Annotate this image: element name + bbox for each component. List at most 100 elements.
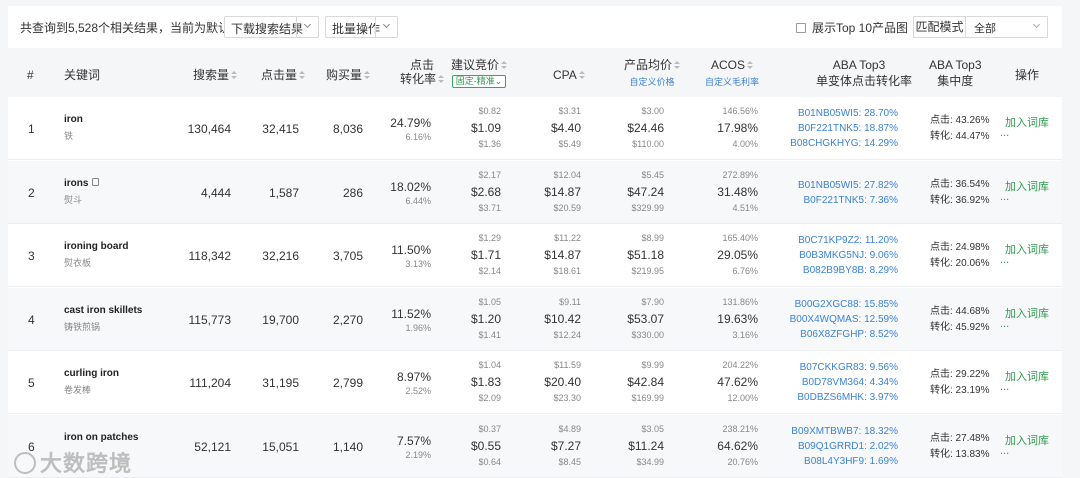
bid-high: $1.41 — [478, 329, 501, 340]
bid-high: $2.09 — [478, 393, 501, 403]
add-to-library-button[interactable]: 加入词库 — [1005, 178, 1049, 194]
table-row[interactable]: 1 iron 铁 130,464 32,415 8,036 24.79% 6.16% $0.82… — [8, 97, 1062, 160]
header-cpa[interactable]: CPA — [553, 68, 585, 82]
asin-link[interactable]: B06X8ZFGHP: 8.52% — [800, 327, 898, 342]
header-search-volume[interactable]: 搜索量 — [193, 68, 238, 82]
ctr-sub-value: 1.96% — [405, 322, 431, 333]
add-to-library-button[interactable]: 加入词库 — [1005, 432, 1049, 448]
acos-low: 6.76% — [732, 266, 758, 276]
bid-value: $1.20 — [470, 311, 501, 326]
more-options-button[interactable]: ... — [1000, 318, 1009, 330]
keyword-link[interactable]: ironing board — [64, 241, 128, 252]
bid-low: $1.04 — [478, 360, 501, 370]
keyword-link[interactable]: curling iron — [64, 368, 119, 379]
asin-link[interactable]: B01NB05WI5: 28.70% — [798, 106, 898, 121]
header-ctr[interactable]: 点击 转化率 — [400, 58, 445, 86]
ctr-sub-value: 6.16% — [405, 132, 431, 142]
chevron-down-icon[interactable] — [375, 17, 397, 37]
sort-icon[interactable] — [299, 71, 306, 80]
asin-link[interactable]: B01NB05WI5: 27.82% — [798, 178, 898, 193]
asin-link[interactable]: B0F221TNK5: 18.87% — [798, 121, 898, 136]
click-count: 32,216 — [262, 249, 299, 263]
add-to-library-button[interactable]: 加入词库 — [1005, 241, 1049, 257]
chevron-down-icon[interactable] — [296, 17, 318, 37]
more-options-button[interactable]: ... — [1000, 254, 1009, 266]
custom-margin-link[interactable]: 自定义毛利率 — [705, 75, 759, 89]
asin-link[interactable]: B00X4WQMAS: 12.59% — [790, 312, 898, 327]
add-to-library-button[interactable]: 加入词库 — [1005, 305, 1049, 321]
asin-link[interactable]: B00G2XGC88: 15.85% — [795, 297, 898, 312]
keyword-link[interactable]: irons — [64, 177, 100, 189]
sort-icon[interactable] — [747, 61, 754, 70]
more-options-button[interactable]: ... — [1000, 191, 1009, 203]
watermark-logo-icon — [14, 452, 36, 474]
checkbox-icon[interactable] — [796, 23, 806, 33]
custom-price-link[interactable]: 自定义价格 — [624, 75, 680, 89]
match-mode-value[interactable]: 全部 — [974, 20, 996, 36]
concentration-conversion: 转化: 45.92% — [930, 321, 990, 333]
header-clicks[interactable]: 点击量 — [261, 68, 306, 82]
more-options-button[interactable]: ... — [1000, 127, 1009, 139]
asin-link[interactable]: B0F221TNK5: 7.36% — [804, 193, 899, 208]
cpa-value: $14.87 — [544, 248, 581, 262]
header-bid[interactable]: 建议竞价 固定-精准⌄ — [451, 58, 508, 88]
asin-link[interactable]: B0C71KP9Z2: 11.20% — [798, 233, 898, 248]
sort-icon[interactable] — [501, 61, 508, 70]
search-volume: 130,464 — [187, 122, 231, 136]
bid-type-select[interactable]: 固定-精准⌄ — [451, 75, 507, 88]
concentration-click: 点击: 36.54% — [930, 178, 990, 190]
header-price-label: 产品均价 — [624, 58, 673, 72]
sort-icon[interactable] — [578, 71, 585, 80]
copy-icon[interactable] — [92, 177, 100, 186]
sort-icon[interactable] — [231, 71, 238, 80]
header-purchases[interactable]: 购买量 — [326, 68, 371, 82]
header-acos[interactable]: ACOS 自定义毛利率 — [705, 58, 759, 89]
table-row[interactable]: 5 curling iron 卷发棒 111,204 31,195 2,799 8.97% 2… — [8, 351, 1062, 414]
asin-link[interactable]: B0DBZS6MHK: 3.97% — [797, 390, 898, 405]
results-panel: 共查询到5,528个相关结果，当前为默认排序? 下载搜索结果 批量操作 展示To… — [8, 6, 1062, 478]
cpa-low: $3.31 — [558, 106, 581, 116]
sort-icon[interactable] — [364, 71, 371, 80]
download-results-button[interactable]: 下载搜索结果 — [224, 16, 319, 38]
concentration-click: 点击: 44.68% — [930, 305, 990, 317]
table-row[interactable]: 6 iron on patches 52,121 15,051 1,140 7.57% 2.… — [8, 414, 1062, 478]
chevron-down-icon[interactable] — [1032, 20, 1041, 29]
cpa-high: $5.49 — [558, 139, 581, 149]
asin-link[interactable]: B08L4Y3HF9: 1.69% — [804, 454, 898, 469]
acos-high: 204.22% — [722, 360, 758, 370]
table-row[interactable]: 3 ironing board 熨衣板 118,342 32,216 3,705 11.50… — [8, 224, 1062, 287]
price-value: $51.18 — [627, 248, 664, 262]
table-row[interactable]: 4 cast iron skillets 铸铁煎锅 115,773 19,700 2,27… — [8, 287, 1062, 351]
add-to-library-button[interactable]: 加入词库 — [1005, 114, 1049, 130]
top10-toggle[interactable]: 展示Top 10产品图 — [796, 19, 908, 36]
ctr-sub-value: 2.52% — [405, 386, 431, 396]
asin-link[interactable]: B07CKKGR83: 9.56% — [800, 360, 898, 375]
bid-value: $0.55 — [470, 438, 501, 453]
keyword-link[interactable]: iron — [64, 114, 83, 125]
bid-value: $1.83 — [470, 375, 501, 389]
asin-link[interactable]: B0D78VM364: 4.34% — [802, 375, 898, 390]
asin-link[interactable]: B08CHGKHYG: 14.29% — [790, 136, 898, 151]
cpa-low: $11.59 — [554, 360, 581, 370]
asin-link[interactable]: B09XMTBWB7: 18.32% — [791, 424, 898, 439]
cpa-low: $9.11 — [559, 296, 581, 307]
cpa-low: $11.22 — [554, 233, 581, 243]
more-options-button[interactable]: ... — [1000, 445, 1009, 457]
price-value: $47.24 — [627, 184, 664, 199]
sort-icon[interactable] — [674, 61, 681, 70]
batch-action-button[interactable]: 批量操作 — [325, 16, 398, 38]
keyword-link[interactable]: iron on patches — [64, 432, 138, 443]
header-price[interactable]: 产品均价 自定义价格 — [624, 58, 681, 89]
add-to-library-button[interactable]: 加入词库 — [1005, 368, 1049, 384]
keyword-link[interactable]: cast iron skillets — [64, 305, 142, 316]
table-row[interactable]: 2 irons 熨斗 4,444 1,587 286 18.02% 6.44% $2.17 $2.… — [8, 160, 1062, 224]
asin-link[interactable]: B0B3MKG5NJ: 9.06% — [799, 248, 898, 263]
asin-link[interactable]: B09Q1GRRD1: 2.02% — [798, 439, 898, 454]
header-bid-label: 建议竞价 — [451, 58, 500, 72]
header-aba-line1: ABA Top3 — [832, 58, 886, 72]
more-options-button[interactable]: ... — [1000, 381, 1009, 393]
asin-link[interactable]: B082B9BY8B: 8.29% — [803, 263, 898, 278]
sort-icon[interactable] — [438, 75, 445, 84]
price-high: $110.00 — [632, 139, 664, 149]
match-mode-select[interactable]: 匹配模式 全部 — [913, 16, 1048, 38]
